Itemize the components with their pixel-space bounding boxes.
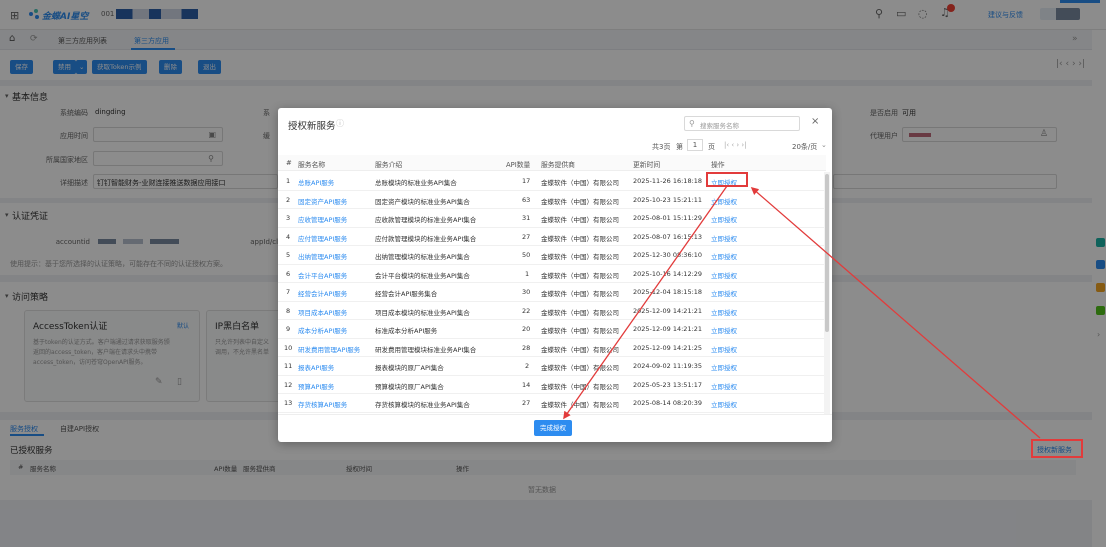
annotation-arrows bbox=[563, 185, 1041, 439]
annotation-arrow-to-finish bbox=[563, 185, 728, 420]
annotation-arrow-to-authorize-now bbox=[750, 186, 1041, 439]
